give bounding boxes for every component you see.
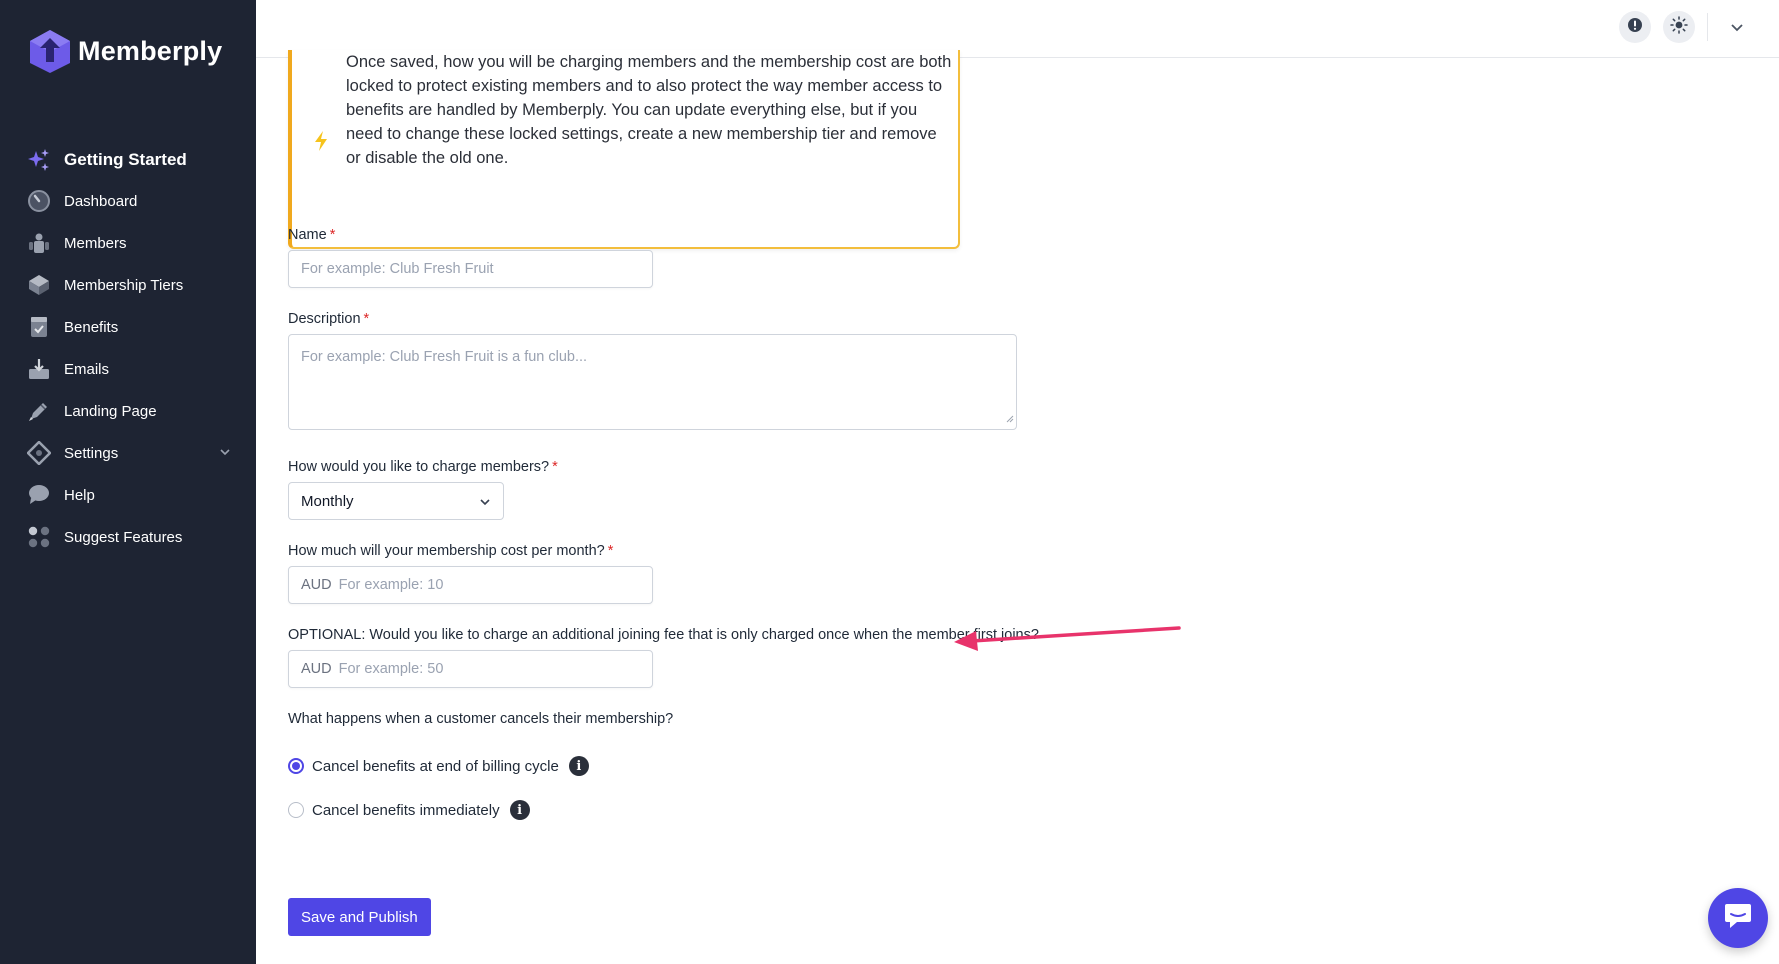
sidebar-item-membership-tiers[interactable]: Membership Tiers — [26, 264, 236, 306]
currency-prefix: AUD — [301, 577, 332, 593]
resize-handle-icon[interactable] — [1006, 411, 1014, 427]
chevron-down-icon — [480, 499, 490, 506]
brand[interactable]: Memberply — [28, 28, 222, 74]
save-and-publish-button[interactable]: Save and Publish — [288, 898, 431, 936]
description-label: Description * — [288, 311, 370, 327]
sidebar-item-label: Benefits — [64, 318, 119, 336]
description-placeholder: For example: Club Fresh Fruit is a fun c… — [301, 349, 588, 365]
topbar-divider — [1707, 13, 1708, 41]
annotation-arrow-icon — [954, 626, 1181, 651]
charge-label: How would you like to charge members? * — [288, 459, 558, 475]
sidebar-item-landing-page[interactable]: Landing Page — [26, 390, 236, 432]
sidebar-item-label: Dashboard — [64, 192, 138, 210]
sidebar-nav: Getting Started Dashboard Members Member… — [26, 140, 236, 558]
sidebar-item-label: Settings — [64, 444, 119, 462]
info-icon[interactable]: i — [509, 800, 530, 820]
cost-placeholder: For example: 10 — [338, 577, 444, 593]
alert-button[interactable] — [1619, 11, 1651, 43]
brand-name: Memberply — [78, 35, 223, 66]
lightning-icon — [312, 130, 330, 157]
sidebar-item-label: Landing Page — [64, 402, 157, 420]
description-textarea[interactable]: For example: Club Fresh Fruit is a fun c… — [288, 334, 1017, 430]
settings-icon — [26, 440, 52, 466]
sidebar-item-settings[interactable]: Settings — [26, 432, 236, 474]
radio-label: Cancel benefits at end of billing cycle — [312, 757, 559, 775]
sidebar-item-dashboard[interactable]: Dashboard — [26, 180, 236, 222]
joining-fee-placeholder: For example: 50 — [338, 661, 444, 677]
sidebar-item-label: Membership Tiers — [64, 276, 184, 294]
users-icon — [26, 230, 52, 256]
sparkles-icon — [26, 147, 52, 173]
sidebar-item-getting-started[interactable]: Getting Started — [26, 140, 236, 180]
sidebar: Memberply Getting Started Dashboard Memb… — [0, 0, 256, 964]
radio-button[interactable] — [288, 802, 304, 818]
joining-fee-label: OPTIONAL: Would you like to charge an ad… — [288, 627, 1039, 643]
memberply-logo-icon — [30, 30, 70, 73]
name-placeholder: For example: Club Fresh Fruit — [301, 261, 494, 277]
info-icon[interactable]: i — [568, 756, 589, 776]
locked-settings-notice: Once saved, how you will be charging mem… — [288, 50, 960, 249]
sidebar-item-label: Help — [64, 486, 95, 504]
cost-input[interactable]: AUD For example: 10 — [288, 566, 653, 604]
chat-icon — [1723, 902, 1753, 935]
chevron-down-icon[interactable] — [218, 445, 232, 463]
gauge-icon — [26, 188, 52, 214]
name-label: Name * — [288, 227, 336, 243]
radio-label: Cancel benefits immediately — [312, 801, 500, 819]
layers-icon — [26, 272, 52, 298]
clipboard-check-icon — [26, 314, 52, 340]
sun-icon — [1670, 15, 1688, 39]
account-menu-chevron-icon[interactable] — [1729, 19, 1745, 40]
sidebar-item-help[interactable]: Help — [26, 474, 236, 516]
chat-bubble-icon — [26, 482, 52, 508]
cost-label: How much will your membership cost per m… — [288, 543, 614, 559]
sidebar-item-label: Suggest Features — [64, 528, 183, 546]
charge-frequency-select[interactable]: Monthly — [288, 482, 504, 520]
sidebar-item-benefits[interactable]: Benefits — [26, 306, 236, 348]
radio-cancel-end-of-cycle[interactable]: Cancel benefits at end of billing cycle … — [288, 756, 589, 776]
sidebar-item-label: Getting Started — [64, 150, 187, 169]
joining-fee-input[interactable]: AUD For example: 50 — [288, 650, 653, 688]
sidebar-item-label: Members — [64, 234, 127, 252]
pencil-icon — [26, 398, 52, 424]
sidebar-item-members[interactable]: Members — [26, 222, 236, 264]
grid-dots-icon — [26, 524, 52, 550]
alert-icon — [1627, 17, 1643, 38]
inbox-icon — [26, 356, 52, 382]
charge-frequency-value: Monthly — [301, 492, 354, 510]
sidebar-item-emails[interactable]: Emails — [26, 348, 236, 390]
radio-cancel-immediately[interactable]: Cancel benefits immediately i — [288, 800, 530, 820]
currency-prefix: AUD — [301, 661, 332, 677]
theme-toggle-button[interactable] — [1663, 11, 1695, 43]
cancel-label: What happens when a customer cancels the… — [288, 711, 674, 727]
chat-widget-button[interactable] — [1708, 888, 1768, 948]
sidebar-item-suggest-features[interactable]: Suggest Features — [26, 516, 236, 558]
radio-button[interactable] — [288, 758, 304, 774]
notice-text: Once saved, how you will be charging mem… — [346, 53, 952, 167]
sidebar-item-label: Emails — [64, 360, 110, 378]
name-input[interactable]: For example: Club Fresh Fruit — [288, 250, 653, 288]
